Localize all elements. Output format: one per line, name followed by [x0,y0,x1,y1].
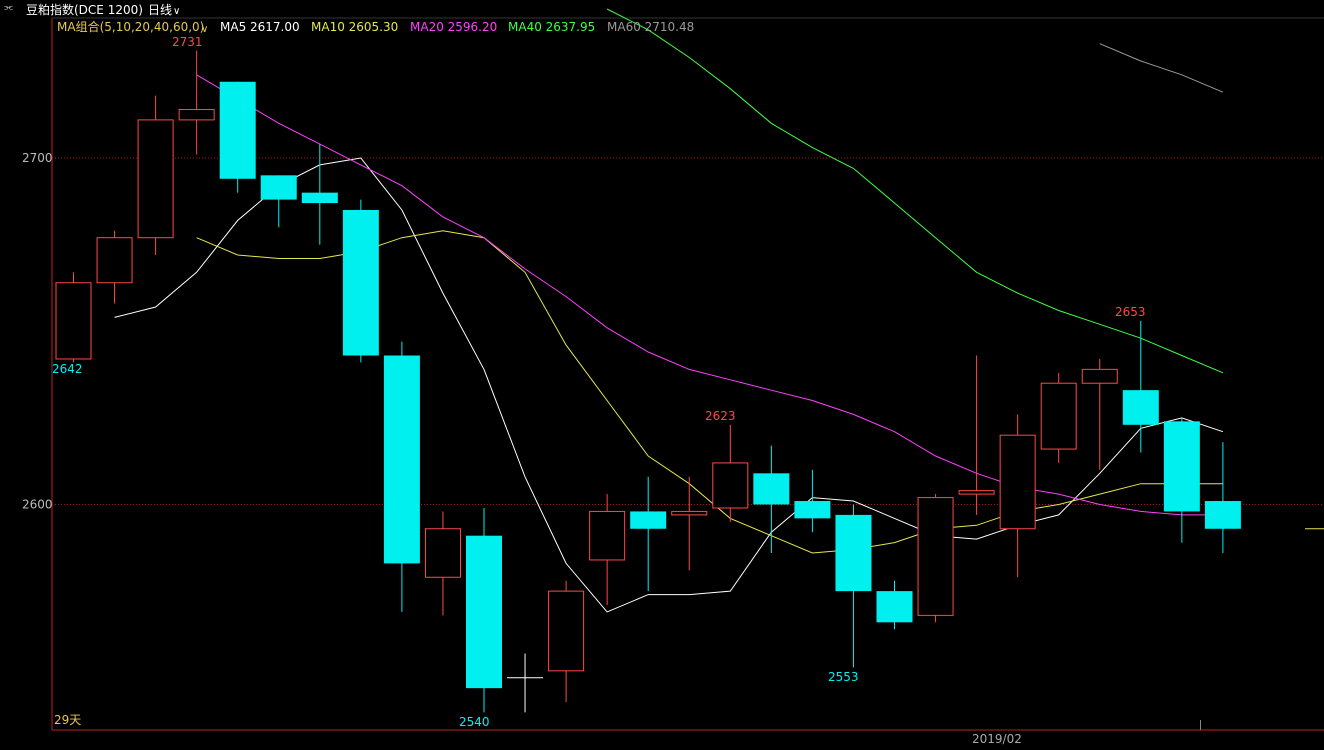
label-bottom-low: 2540 [459,715,490,729]
candle-body [219,81,256,179]
ma-legend-item: MA40 2637.95 [508,20,595,34]
candle-body [1204,501,1241,529]
candle-body [753,473,790,505]
candle-body [548,590,585,672]
candle-body [671,510,708,516]
candle-body [342,209,379,356]
candle-body [589,510,626,561]
candle-body [958,490,995,495]
candle-body [630,511,667,529]
candle-body [917,497,954,616]
candle-body [96,237,133,284]
ma-lines [114,8,1224,613]
candle-body [301,192,338,204]
ma60-line [1099,43,1224,93]
y-tick-label: 2700 [22,151,53,165]
y-tick-label: 2600 [22,498,53,512]
candle-body [712,462,749,509]
annotations: 2731 2642 2623 2553 2653 2540 29天 2019/0… [52,35,1146,746]
candle-body [794,501,831,519]
label-low-left-edge: 2642 [52,362,83,376]
candle-body [383,355,420,564]
candle-body [999,434,1036,530]
x-tick-label: 2019/02 [972,732,1022,746]
days-label: 29天 [54,713,81,727]
ma-legend-item: MA5 2617.00 [220,20,300,34]
candle-body [1122,390,1159,425]
ma-legend: MA组合(5,10,20,40,60,0) MA5 2617.00 MA10 260… [57,19,694,35]
candle-body [178,108,215,121]
candle-body [260,175,297,200]
ma-legend-item: MA10 2605.30 [311,20,398,34]
chevron-down-icon: ∨ [201,24,208,35]
label-mid-low: 2553 [828,670,859,684]
candle-body [1081,368,1118,384]
candle-body [466,535,502,689]
candles [55,50,1324,730]
gridlines: 2700 2600 [22,151,1324,512]
candle-body [1040,382,1077,450]
label-mid-high: 2623 [705,409,736,423]
ma-legend-item: MA60 2710.48 [607,20,694,34]
label-high-left: 2731 [172,35,203,49]
candle-body [876,591,913,623]
candle-body [55,282,92,360]
candlestick-chart: 2700 2600 MA组合(5,10,20,40,60,0) MA5 2617.0… [22,8,1324,746]
candle-body [424,528,461,578]
candle-body [137,119,174,239]
ma-legend-item: MA20 2596.20 [410,20,497,34]
label-right-high: 2653 [1115,305,1146,319]
ma-legend-item: MA组合(5,10,20,40,60,0) [57,19,204,34]
candle-body [835,514,872,592]
candle-body [1163,421,1200,512]
